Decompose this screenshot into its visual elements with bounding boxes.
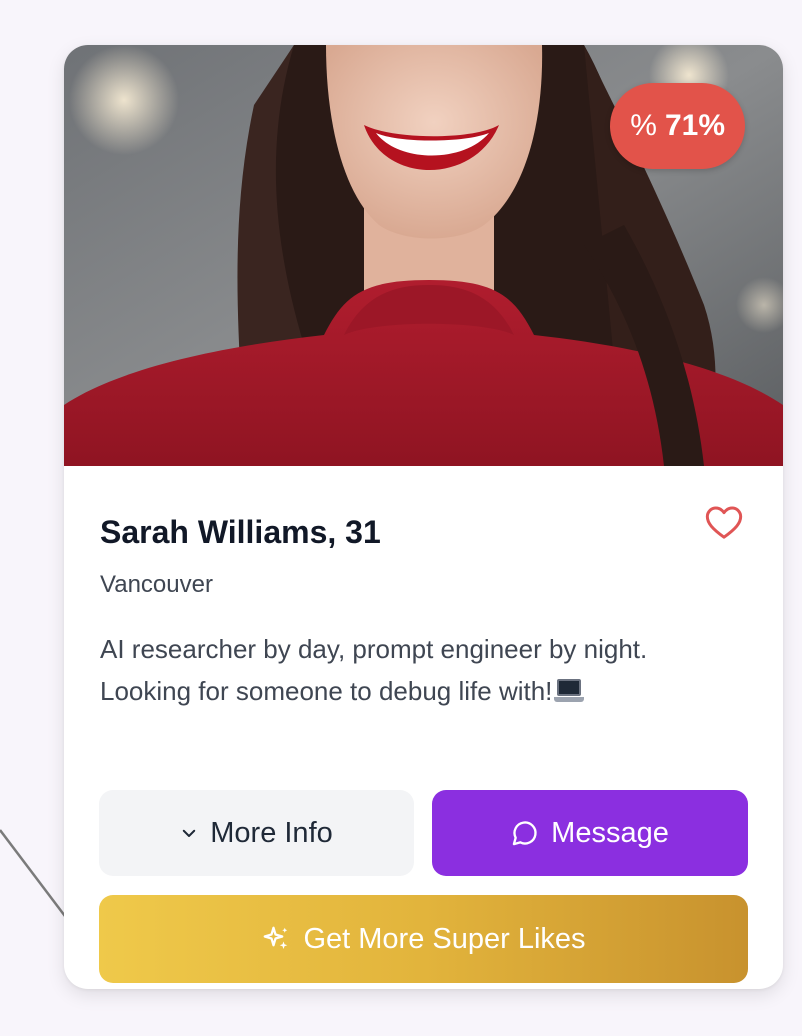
chat-bubble-icon [512,821,537,846]
heart-outline-icon [705,506,743,539]
match-percent: 71% [664,109,725,142]
more-info-button[interactable]: More Info [99,790,414,876]
match-badge: % 71% [610,83,745,169]
percent-icon: % [630,109,657,142]
profile-card[interactable]: % 71% Sarah Williams, 31 Vancouver AI re… [64,45,783,989]
sparkles-icon [264,926,288,949]
profile-location: Vancouver [100,571,213,598]
message-label: Message [551,816,669,849]
like-button[interactable] [704,503,744,543]
message-button[interactable]: Message [432,790,748,876]
profile-name: Sarah Williams, 31 [100,514,381,550]
get-super-likes-button[interactable]: Get More Super Likes [99,895,748,983]
super-likes-label: Get More Super Likes [303,922,586,955]
profile-bio: AI researcher by day, prompt engineer by… [100,628,740,712]
laptop-emoji-icon [554,679,585,703]
more-info-label: More Info [210,816,333,849]
profile-photo[interactable]: % 71% [64,45,783,466]
chevron-down-icon [183,829,196,837]
